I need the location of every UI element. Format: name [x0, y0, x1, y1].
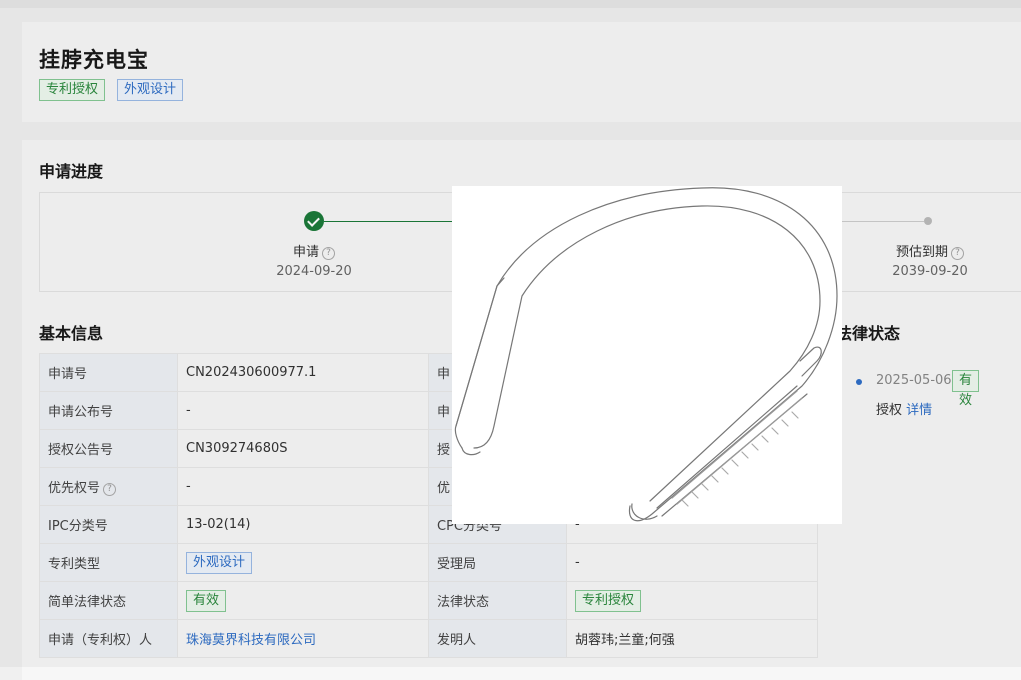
patent-image-preview[interactable] [452, 186, 842, 524]
neck-power-bank-drawing-icon [454, 187, 838, 522]
